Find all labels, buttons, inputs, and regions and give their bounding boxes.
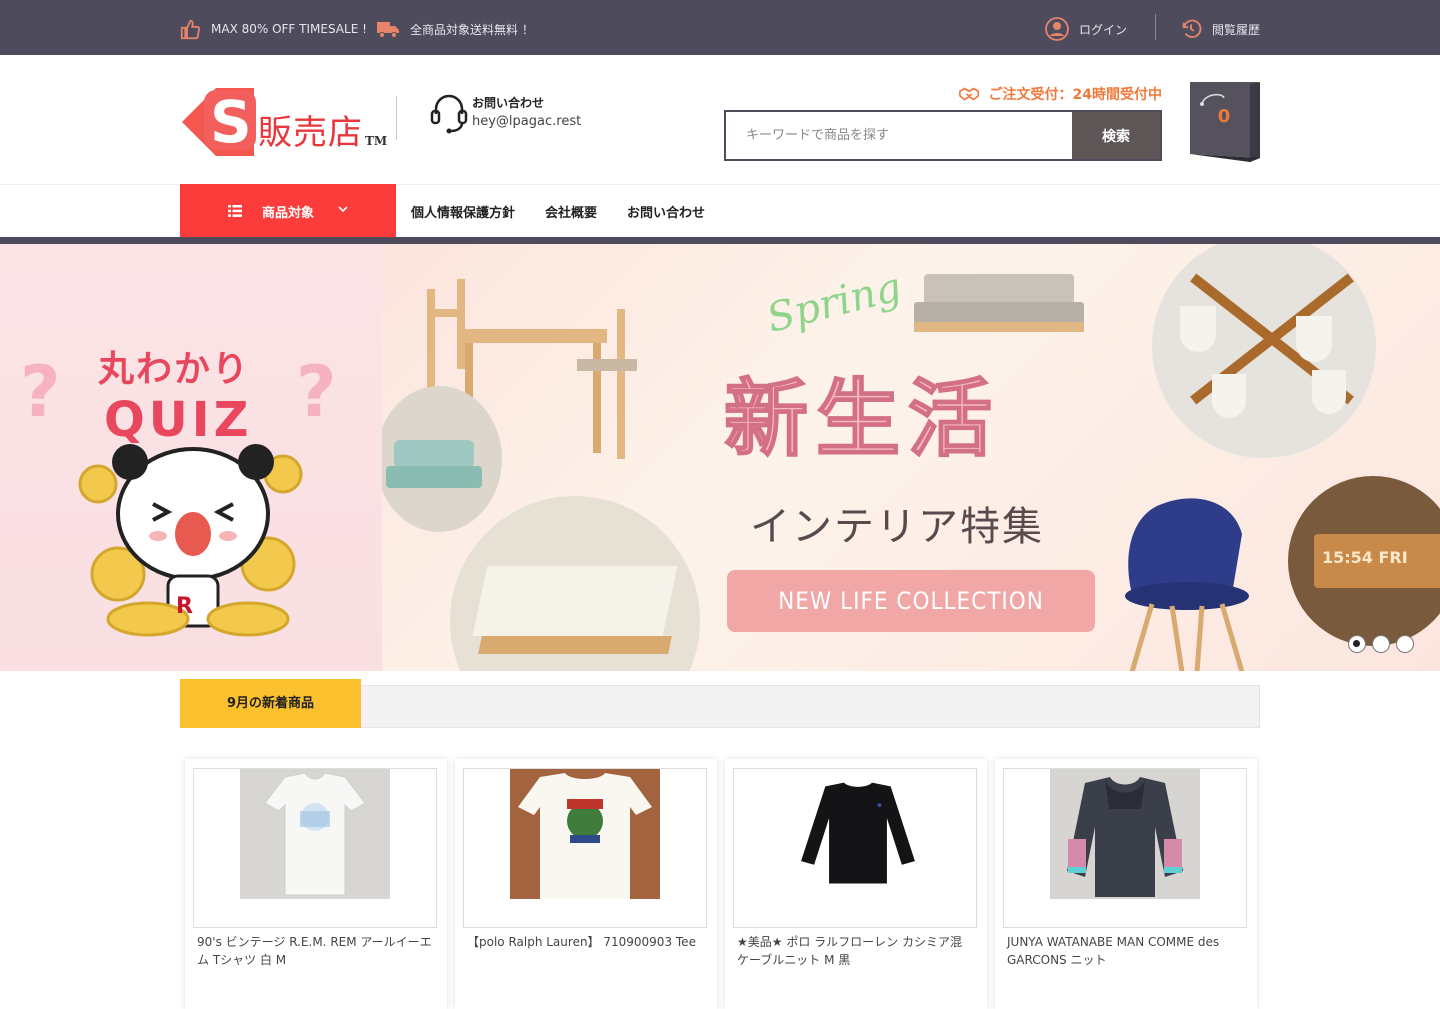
quiz-banner-slide[interactable]: ? ? 丸わかり QUIZ R [0,244,382,671]
free-shipping-promo[interactable]: 全商品対象送料無料 ！ [376,14,534,44]
product-name[interactable]: ★美品★ ポロ ラルフローレン カシミア混 ケーブルニット M 黒 [737,933,975,969]
history-icon [1182,19,1202,38]
carousel-dots [1348,635,1420,653]
nav-company-profile[interactable]: 会社概要 [545,202,597,221]
logo-trademark: TM [365,134,388,148]
login-label: ログイン [1079,22,1128,37]
carousel-dot-2[interactable] [1372,635,1390,653]
white-tshirt-image [240,769,390,899]
polo-tshirt-image [510,769,660,899]
hero-collection-pill[interactable]: NEW LIFE COLLECTION [727,570,1095,632]
question-mark-icon: ? [20,356,61,426]
history-label: 閲覧履歴 [1212,22,1261,37]
list-icon [228,205,242,217]
product-card[interactable]: JUNYA WATANABE MAN COMME des GARCONS ニット [995,759,1257,1009]
top-bar: MAX 80% OFF TIMESALE ! 全商品対象送料無料 ！ ログイン … [0,0,1440,55]
product-name[interactable]: JUNYA WATANABE MAN COMME des GARCONS ニット [1007,933,1245,969]
order-hours-label: ご注文受付：24時間受付中 [988,87,1162,103]
cart-count-badge[interactable]: 0 [1189,106,1259,127]
wood-clock-image: 15:54 FRI [1288,476,1440,646]
contact-email[interactable]: hey@lpagac.rest [472,114,581,129]
search-bar: 検索 [724,110,1162,161]
quiz-subtitle: QUIZ [104,392,253,448]
svg-text:S: S [210,88,252,156]
chevron-down-icon [338,206,348,213]
timesale-promo[interactable]: MAX 80% OFF TIMESALE ! [180,14,367,44]
product-card[interactable]: 【polo Ralph Lauren】 710900903 Tee [455,759,717,1009]
chair-image [1125,498,1249,671]
shawl-collar-knit-image [1050,769,1200,899]
header-divider [396,96,397,140]
timesale-label: MAX 80% OFF TIMESALE ! [211,22,367,36]
logo-text[interactable]: 販売店 [258,105,363,154]
clock-display-text: 15:54 FRI [1322,548,1408,567]
hero-sub-text: インテリア特集 [750,504,1044,550]
product-name[interactable]: 【polo Ralph Lauren】 710900903 Tee [467,933,705,951]
product-thumbnail[interactable] [463,768,707,928]
sofa-image [382,386,502,532]
nav-contact[interactable]: お問い合わせ [627,202,705,221]
search-input[interactable] [726,112,1072,159]
nav-privacy-policy[interactable]: 個人情報保護方針 [411,202,515,221]
thumbs-up-icon [180,19,200,39]
product-name[interactable]: 90's ビンテージ R.E.M. REM アールイーエム Tシャツ 白 M [197,933,435,969]
product-card[interactable]: ★美品★ ポロ ラルフローレン カシミア混 ケーブルニット M 黒 [725,759,987,1009]
svg-text:?: ? [20,356,61,426]
handshake-icon [958,87,979,101]
section-title: 9月の新着商品 [180,679,361,728]
hero-carousel[interactable]: ? ? 丸わかり QUIZ R 15:54 FRI Spring 新生活 インテ… [0,244,1440,671]
order-hours-note: ご注文受付：24時間受付中 [958,84,1162,104]
panda-mascot-icon [78,444,303,637]
category-menu-label: 商品対象 [262,206,315,221]
search-button[interactable]: 検索 [1072,112,1160,159]
free-shipping-label: 全商品対象送料無料 ！ [410,22,534,37]
topbar-divider [1155,14,1156,40]
rakuten-badge: R [176,594,193,619]
ceiling-lamp-image [1152,244,1376,458]
user-icon [1045,17,1069,41]
couch-image [914,274,1084,332]
product-thumbnail[interactable] [733,768,977,928]
product-thumbnail[interactable] [193,768,437,928]
carousel-dot-3[interactable] [1396,635,1414,653]
carousel-dot-1[interactable] [1348,635,1366,653]
nav-divider [0,237,1440,244]
product-thumbnail[interactable] [1003,768,1247,928]
truck-icon [377,22,399,38]
category-menu-button[interactable]: 商品対象 [180,184,396,237]
login-link[interactable]: ログイン [1045,14,1127,44]
bed-image [450,496,700,671]
quiz-title: 丸わかり [98,349,251,390]
contact-title: お問い合わせ [472,96,545,110]
history-link[interactable]: 閲覧履歴 [1180,14,1260,44]
hero-main-text: 新生活 [723,369,1001,469]
product-card[interactable]: 90's ビンテージ R.E.M. REM アールイーエム Tシャツ 白 M [185,759,447,1009]
black-knit-sweater-image [788,773,928,895]
headset-icon [430,94,468,134]
